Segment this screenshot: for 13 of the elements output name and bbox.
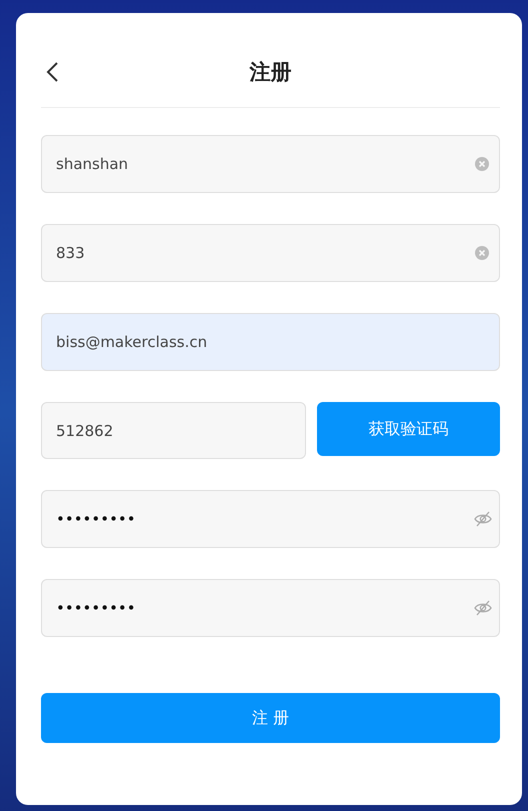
page-title: 注册 bbox=[250, 59, 292, 86]
input-field[interactable]: 512862 bbox=[41, 402, 306, 459]
eye-slash-icon[interactable] bbox=[474, 511, 492, 527]
clear-icon[interactable] bbox=[475, 246, 489, 260]
input-field[interactable]: 833 bbox=[41, 224, 500, 282]
password-field[interactable]: ••••••••• bbox=[41, 579, 500, 637]
back-button[interactable] bbox=[45, 61, 59, 83]
input-field[interactable]: biss@makerclass.cn bbox=[41, 313, 500, 371]
password-field[interactable]: ••••••••• bbox=[41, 490, 500, 548]
chevron-left-icon bbox=[45, 61, 59, 83]
eye-slash-icon[interactable] bbox=[474, 600, 492, 616]
clear-icon[interactable] bbox=[475, 157, 489, 171]
input-field[interactable]: shanshan bbox=[41, 135, 500, 193]
